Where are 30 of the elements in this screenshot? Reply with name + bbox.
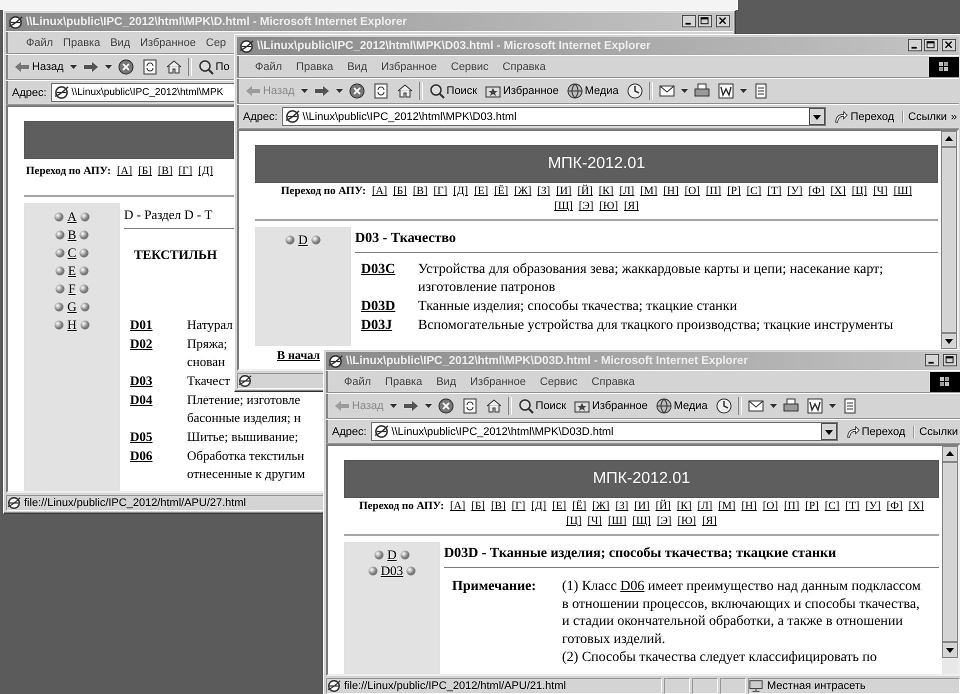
status-text: file://Linux/public/IPC_2012/html/APU/21.html — [344, 680, 566, 692]
class-description: Вспомогательные устройства для ткацкого производства; ткацкие инструменты — [418, 317, 894, 335]
note-label: Примечание: — [452, 578, 538, 596]
nav-label: Переход по АПУ: — [281, 184, 366, 199]
zone-text: Местная интрасеть — [767, 680, 866, 692]
class-description: Пряжа; снован — [187, 335, 228, 371]
nav-label: Переход по АПУ: — [359, 499, 444, 514]
nav-label: Переход по АПУ: — [26, 164, 111, 179]
section-heading: D03 - Ткачество — [355, 230, 456, 247]
section-heading: D - Раздел D - Т — [124, 206, 212, 223]
status-text: file://Linux/public/IPC_2012/html/APU/27.html — [24, 497, 246, 509]
class-description: Устройства для образования зева; жаккардовые карты и цепи; насекание карт; изготовление патронов — [418, 261, 884, 297]
section-heading: D03D - Тканные изделия; способы ткачества; ткацкие станки — [444, 545, 836, 562]
window-title: \\Linux\public\IPC_2012\html\MPK\D03.html - Microsoft Internet Explorer — [257, 40, 652, 52]
window-title: \\Linux\public\IPC_2012\html\MPK\D.html - Microsoft Internet Explorer — [26, 16, 408, 28]
window-title: \\Linux\public\IPC_2012\html\MPK\D03D.html - Microsoft Internet Explorer — [346, 355, 749, 367]
class-description: Натурал — [187, 316, 233, 334]
address-label: Адрес: — [12, 86, 47, 98]
address-label: Адрес: — [243, 110, 278, 122]
page-title: МПК-2012.01 — [592, 470, 690, 488]
page-title: МПК-2012.01 — [548, 155, 646, 173]
class-description: Ткачест — [187, 372, 230, 390]
class-description: Плетение; изготовле басонные изделия; н — [187, 391, 301, 427]
section-subheading: ТЕКСТИЛЬН — [134, 247, 218, 263]
class-description: Тканные изделия; способы ткачества; ткацкие станки — [418, 298, 738, 316]
class-description: Шитье; вышивание; — [187, 428, 298, 446]
note-text: (1) Класс D06 имеет преимущество над данным подклассом в отношении процессов, включающих и способы ткачества, и стадии окончательной обработки, а также в отношении готовых изделий. — [562, 578, 921, 648]
address-label: Адрес: — [332, 426, 367, 438]
note-text: (2) Способы ткачества следует классифицировать по — [562, 649, 877, 666]
class-description: Обработка текстильн отнесенные к другим — [187, 447, 305, 483]
